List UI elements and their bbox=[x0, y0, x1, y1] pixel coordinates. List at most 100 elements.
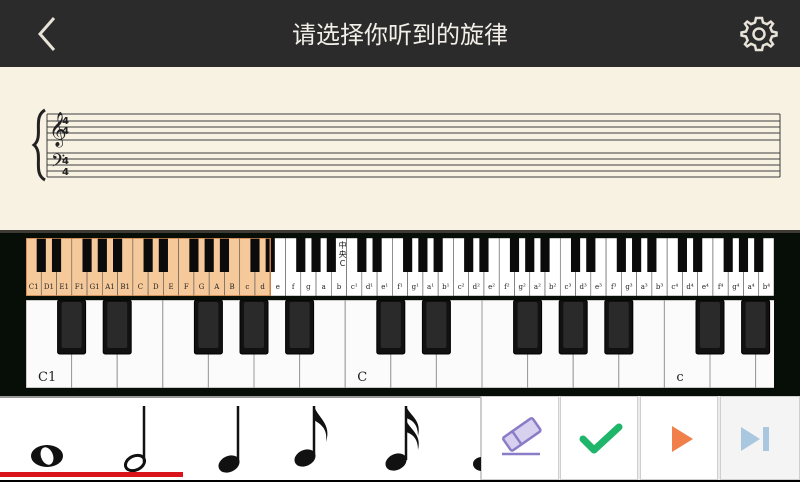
gear-icon[interactable] bbox=[740, 14, 778, 52]
black-key-face bbox=[608, 302, 629, 348]
mini-black-key[interactable] bbox=[296, 238, 306, 272]
mini-key-label: A1 bbox=[104, 283, 115, 291]
music-staff-area[interactable]: 𝄞 𝄢 4 4 4 4 bbox=[0, 67, 800, 230]
mini-key-label: b⁴ bbox=[763, 283, 770, 291]
mini-key-label: a bbox=[322, 283, 326, 291]
black-key-face bbox=[517, 302, 538, 348]
mini-black-key[interactable] bbox=[97, 238, 107, 272]
mini-key-label: A bbox=[213, 283, 220, 291]
mini-key-label: e³ bbox=[595, 283, 602, 291]
mini-key-label: g¹ bbox=[412, 283, 419, 291]
mini-black-key[interactable] bbox=[418, 238, 428, 272]
mini-black-key[interactable] bbox=[754, 238, 764, 272]
eraser-icon bbox=[502, 417, 542, 456]
mini-black-key[interactable] bbox=[632, 238, 642, 272]
mini-black-key[interactable] bbox=[311, 238, 321, 272]
mini-black-key[interactable] bbox=[738, 238, 749, 272]
mini-key-label: a¹ bbox=[427, 283, 434, 291]
eighth-note-icon[interactable] bbox=[290, 398, 340, 482]
mini-key-label: c bbox=[245, 283, 249, 291]
mini-key-label: a² bbox=[534, 283, 541, 291]
mini-key-label: C1 bbox=[29, 283, 39, 291]
mini-key-label: g⁴ bbox=[732, 283, 739, 291]
mini-key-label: G bbox=[199, 283, 205, 291]
black-key-face bbox=[198, 302, 219, 348]
mini-black-key[interactable] bbox=[189, 238, 199, 272]
mini-black-key[interactable] bbox=[204, 238, 214, 272]
mini-key-label: f⁴ bbox=[718, 283, 724, 291]
mini-black-key[interactable] bbox=[51, 238, 62, 272]
play-button[interactable] bbox=[640, 396, 718, 480]
mini-black-key[interactable] bbox=[433, 238, 443, 272]
mini-key-label: e bbox=[276, 283, 280, 291]
mini-black-key[interactable] bbox=[616, 238, 626, 272]
mini-key-label: c¹ bbox=[351, 283, 358, 291]
mini-black-key[interactable] bbox=[693, 238, 703, 272]
mini-black-key[interactable] bbox=[250, 238, 260, 272]
mini-key-label: b² bbox=[549, 283, 556, 291]
mini-black-key[interactable] bbox=[723, 238, 733, 272]
time-sig-bottom-treble: 4 bbox=[62, 126, 69, 137]
mini-black-key[interactable] bbox=[479, 238, 489, 272]
mini-key-label: F bbox=[184, 283, 189, 291]
mini-key-label: d¹ bbox=[366, 283, 373, 291]
black-key-face bbox=[745, 302, 766, 348]
mini-black-key[interactable] bbox=[326, 238, 336, 272]
whole-note-icon[interactable] bbox=[18, 398, 78, 482]
mini-black-key[interactable] bbox=[403, 238, 413, 272]
black-key-face bbox=[426, 302, 447, 348]
mini-black-key[interactable] bbox=[464, 238, 474, 272]
quarter-note-icon[interactable] bbox=[205, 398, 255, 482]
skip-forward-icon bbox=[741, 427, 769, 451]
mini-key-label: a⁴ bbox=[748, 283, 755, 291]
mini-key-label: e⁴ bbox=[702, 283, 709, 291]
checkmark-icon bbox=[579, 423, 623, 454]
mini-black-key[interactable] bbox=[113, 238, 123, 272]
mini-key-label: c² bbox=[458, 283, 465, 291]
mini-black-key[interactable] bbox=[540, 238, 550, 272]
mini-black-key[interactable] bbox=[158, 238, 168, 272]
half-note-icon[interactable] bbox=[110, 398, 160, 482]
mini-keyboard[interactable]: C1 D1 E1 F1 G1 A1 B1 C D E F G A Bc d e f g a b c¹ d¹ e¹ f¹ g¹ a¹… bbox=[26, 238, 774, 296]
mini-key-label: d³ bbox=[580, 283, 587, 291]
mini-black-key[interactable] bbox=[36, 238, 46, 272]
mini-black-key[interactable] bbox=[677, 238, 687, 272]
mini-key-label: f² bbox=[504, 283, 510, 291]
mini-key-label: c³ bbox=[565, 283, 572, 291]
mini-key-label: b bbox=[337, 283, 342, 291]
page-title: 请选择你听到的旋律 bbox=[292, 21, 508, 49]
octave-label: C bbox=[357, 370, 367, 385]
mini-black-key[interactable] bbox=[525, 238, 535, 272]
mini-black-key[interactable] bbox=[509, 238, 520, 272]
octave-label: c bbox=[676, 370, 683, 385]
mini-black-key[interactable] bbox=[372, 238, 382, 272]
play-icon bbox=[672, 426, 693, 452]
mini-black-key[interactable] bbox=[143, 238, 153, 272]
mini-key-label: g³ bbox=[625, 283, 632, 291]
mini-key-label: b³ bbox=[656, 283, 663, 291]
black-key-face bbox=[380, 302, 401, 348]
piano-keyboard[interactable]: C1 Cc bbox=[26, 300, 774, 388]
skip-forward-button[interactable] bbox=[720, 396, 800, 480]
sixteenth-note-icon[interactable] bbox=[380, 398, 430, 482]
black-key-face bbox=[563, 302, 584, 348]
eraser-button[interactable] bbox=[481, 396, 559, 480]
mini-key-label: f¹ bbox=[397, 283, 403, 291]
mini-key-label: F1 bbox=[75, 283, 84, 291]
mini-black-key[interactable] bbox=[82, 238, 92, 272]
confirm-button[interactable] bbox=[560, 396, 638, 480]
mini-black-key[interactable] bbox=[219, 238, 230, 272]
brace-icon bbox=[31, 108, 46, 182]
mini-key-label: D1 bbox=[44, 283, 54, 291]
mini-key-label: D bbox=[153, 283, 159, 291]
mini-black-key[interactable] bbox=[647, 238, 657, 272]
mini-key-label: b¹ bbox=[442, 283, 449, 291]
mini-black-key[interactable] bbox=[357, 238, 367, 272]
mini-black-key[interactable] bbox=[586, 238, 596, 272]
mini-key-label: f³ bbox=[611, 283, 617, 291]
black-key-face bbox=[700, 302, 720, 348]
mini-black-key[interactable] bbox=[570, 238, 581, 272]
mini-key-label: G1 bbox=[90, 283, 100, 291]
time-sig-bottom-bass: 4 bbox=[62, 167, 69, 178]
note-palette-overflow bbox=[473, 457, 481, 471]
